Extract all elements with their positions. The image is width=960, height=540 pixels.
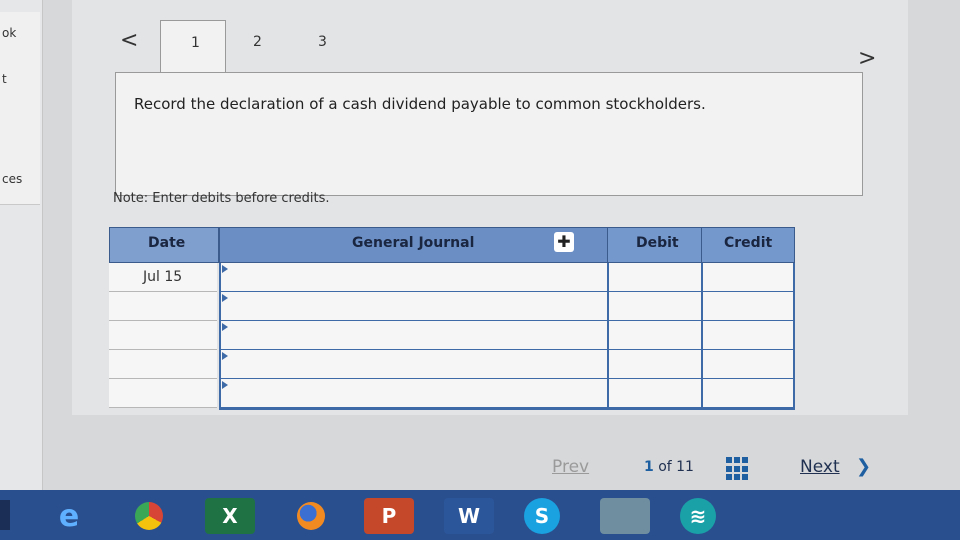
account-cell[interactable] [219, 263, 607, 294]
question-prompt: Record the declaration of a cash dividen… [134, 95, 706, 113]
question-grid-icon[interactable] [726, 457, 750, 481]
page-indicator: 1 of 11 [644, 459, 694, 475]
account-cell[interactable] [219, 321, 607, 352]
edge-icon[interactable]: e [44, 498, 94, 534]
chrome-icon[interactable] [124, 498, 174, 534]
column-header-credit: Credit [701, 227, 795, 263]
date-cell[interactable] [109, 350, 217, 379]
dropdown-arrow-icon [222, 381, 228, 389]
sidebar-item-references[interactable]: ces [0, 164, 40, 205]
dropdown-arrow-icon [222, 265, 228, 273]
credit-cell[interactable] [701, 379, 795, 410]
tab-2[interactable]: 2 [253, 34, 262, 50]
add-row-plus-icon[interactable]: ✚ [554, 232, 574, 252]
left-sidebar: ok t ces [0, 0, 43, 490]
journal-row [109, 292, 795, 323]
journal-row [109, 321, 795, 352]
tab-next-chevron-icon[interactable]: > [858, 46, 876, 71]
excel-icon[interactable]: X [205, 498, 255, 534]
tab-prev-chevron-icon[interactable]: < [120, 28, 138, 53]
date-cell[interactable] [109, 321, 217, 350]
debit-cell[interactable] [607, 263, 701, 294]
dropdown-arrow-icon [222, 294, 228, 302]
entry-note: Note: Enter debits before credits. [113, 191, 330, 206]
question-prompt-box: Record the declaration of a cash dividen… [115, 72, 863, 196]
account-cell[interactable] [219, 292, 607, 323]
journal-row [109, 379, 795, 410]
debit-cell[interactable] [607, 321, 701, 352]
debit-cell[interactable] [607, 292, 701, 323]
credit-cell[interactable] [701, 263, 795, 294]
apps-icon[interactable] [600, 498, 650, 534]
column-header-date: Date [109, 227, 219, 263]
column-header-general-journal: General Journal ✚ [219, 227, 609, 263]
debit-cell[interactable] [607, 350, 701, 381]
prev-button[interactable]: Prev [552, 457, 589, 477]
journal-row [109, 350, 795, 381]
taskbar: e X P W S ≋ [0, 490, 960, 540]
sidebar-item-print[interactable]: t [0, 58, 40, 119]
debit-cell[interactable] [607, 379, 701, 410]
date-cell[interactable]: Jul 15 [109, 263, 217, 292]
date-cell[interactable] [109, 292, 217, 321]
skype-icon[interactable]: S [524, 498, 560, 534]
dropdown-arrow-icon [222, 323, 228, 331]
wifi-icon[interactable]: ≋ [680, 498, 716, 534]
start-button[interactable] [0, 500, 10, 530]
account-cell[interactable] [219, 350, 607, 381]
pagination: Prev 1 of 11 Next ❯ [0, 455, 960, 485]
credit-cell[interactable] [701, 350, 795, 381]
date-cell[interactable] [109, 379, 217, 408]
firefox-icon[interactable] [286, 498, 336, 534]
next-chevron-icon[interactable]: ❯ [856, 456, 871, 477]
word-icon[interactable]: W [444, 498, 494, 534]
next-button[interactable]: Next [800, 457, 840, 477]
credit-cell[interactable] [701, 321, 795, 352]
powerpoint-icon[interactable]: P [364, 498, 414, 534]
account-cell[interactable] [219, 379, 607, 410]
tab-3[interactable]: 3 [318, 34, 327, 50]
journal-row: Jul 15 [109, 263, 795, 294]
column-header-debit: Debit [607, 227, 703, 263]
dropdown-arrow-icon [222, 352, 228, 360]
credit-cell[interactable] [701, 292, 795, 323]
tab-1[interactable]: 1 [160, 20, 226, 73]
